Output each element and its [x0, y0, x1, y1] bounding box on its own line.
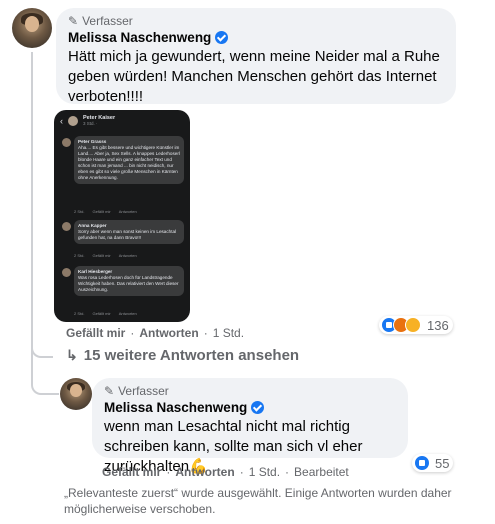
- screenshot-comment: Karl Hiesberger Was rosa Lederhosen doch…: [62, 266, 186, 296]
- screenshot-header-sub: 3 Std. ·: [83, 121, 98, 126]
- author-name-row: Melissa Naschenweng: [104, 400, 396, 415]
- view-more-replies[interactable]: ↳ 15 weitere Antworten ansehen: [66, 347, 299, 364]
- screenshot-comment-avatar: [62, 138, 71, 147]
- reply-bubble: ✎ Verfasser Melissa Naschenweng wenn man…: [92, 378, 408, 475]
- comment-actions: Gefällt mir · Antworten · 1 Std. · Bearb…: [102, 465, 349, 479]
- screenshot-comment-meta: 2 Std. Gefällt mir Antworten: [74, 209, 137, 214]
- thread-line: [31, 52, 33, 352]
- screenshot-comment-bubble: Karl Hiesberger Was rosa Lederhosen doch…: [74, 266, 184, 296]
- author-avatar[interactable]: [60, 378, 92, 410]
- screenshot-comment-meta: 2 Std. Gefällt mir Antworten: [74, 311, 137, 316]
- reaction-summary[interactable]: 136: [379, 316, 453, 334]
- reaction-summary[interactable]: 55: [412, 454, 454, 472]
- verified-badge-icon: [215, 31, 229, 44]
- avatar-face: [70, 384, 82, 398]
- author-tag: ✎ Verfasser: [68, 14, 133, 28]
- timestamp[interactable]: 1 Std.: [249, 465, 280, 479]
- comment-text: Hätt mich ja gewundert, wenn meine Neide…: [68, 48, 440, 105]
- screenshot-comment-text: Was rosa Lederhosen doch für Landstragen…: [78, 275, 179, 292]
- reaction-count: 55: [435, 455, 450, 471]
- author-avatar[interactable]: [12, 8, 52, 48]
- back-arrow-icon: ‹: [60, 116, 63, 126]
- reply-link[interactable]: Antworten: [139, 326, 198, 340]
- reply-link[interactable]: Antworten: [175, 465, 234, 479]
- author-name-row: Melissa Naschenweng: [68, 30, 444, 45]
- screenshot-comment-meta: 2 Std. Gefällt mir Antworten: [74, 253, 137, 258]
- comment-bubble: ✎ Verfasser Melissa Naschenweng Hätt mic…: [56, 8, 456, 105]
- screenshot-comment-bubble: Anna Kapper Sorry aber wenn man sonst ke…: [74, 220, 184, 244]
- screenshot-avatar: [68, 116, 78, 126]
- like-reaction-icon: [414, 455, 430, 471]
- timestamp[interactable]: 1 Std.: [213, 326, 244, 340]
- comment-actions: Gefällt mir · Antworten · 1 Std.: [66, 326, 245, 340]
- sad-reaction-icon: [405, 317, 421, 333]
- screenshot-comment-avatar: [62, 222, 71, 231]
- attached-screenshot[interactable]: ‹ Peter Kaiser 3 Std. · Peter Grasss Aha…: [54, 110, 190, 322]
- view-more-replies-label: 15 weitere Antworten ansehen: [83, 347, 300, 364]
- screenshot-comment: Peter Grasss Aha.... Es gibt bessere und…: [62, 136, 186, 184]
- sort-notice: „Relevanteste zuerst“ wurde ausgewählt. …: [64, 486, 452, 516]
- screenshot-comment-text: Sorry aber wenn man sonst keinen im Lesa…: [78, 229, 177, 240]
- verified-badge-icon: [251, 401, 265, 414]
- pencil-icon: ✎: [68, 14, 79, 28]
- screenshot-header: ‹ Peter Kaiser 3 Std. ·: [54, 110, 190, 132]
- avatar-face: [24, 16, 40, 32]
- author-name[interactable]: Melissa Naschenweng: [104, 400, 247, 415]
- reaction-count: 136: [427, 317, 449, 333]
- like-link[interactable]: Gefällt mir: [66, 326, 125, 340]
- edited-label[interactable]: Bearbeitet: [294, 465, 349, 479]
- screenshot-comment: Anna Kapper Sorry aber wenn man sonst ke…: [62, 220, 186, 244]
- screenshot-comment-avatar: [62, 268, 71, 277]
- like-link[interactable]: Gefällt mir: [102, 465, 161, 479]
- thread-connector: [31, 352, 59, 395]
- pencil-icon: ✎: [104, 384, 115, 398]
- screenshot-comment-text: Aha.... Es gibt bessere und wichtigere K…: [78, 145, 180, 180]
- author-name[interactable]: Melissa Naschenweng: [68, 30, 211, 45]
- screenshot-comment-bubble: Peter Grasss Aha.... Es gibt bessere und…: [74, 136, 184, 184]
- reply-arrow-icon: ↳: [66, 347, 78, 363]
- author-tag: ✎ Verfasser: [104, 384, 169, 398]
